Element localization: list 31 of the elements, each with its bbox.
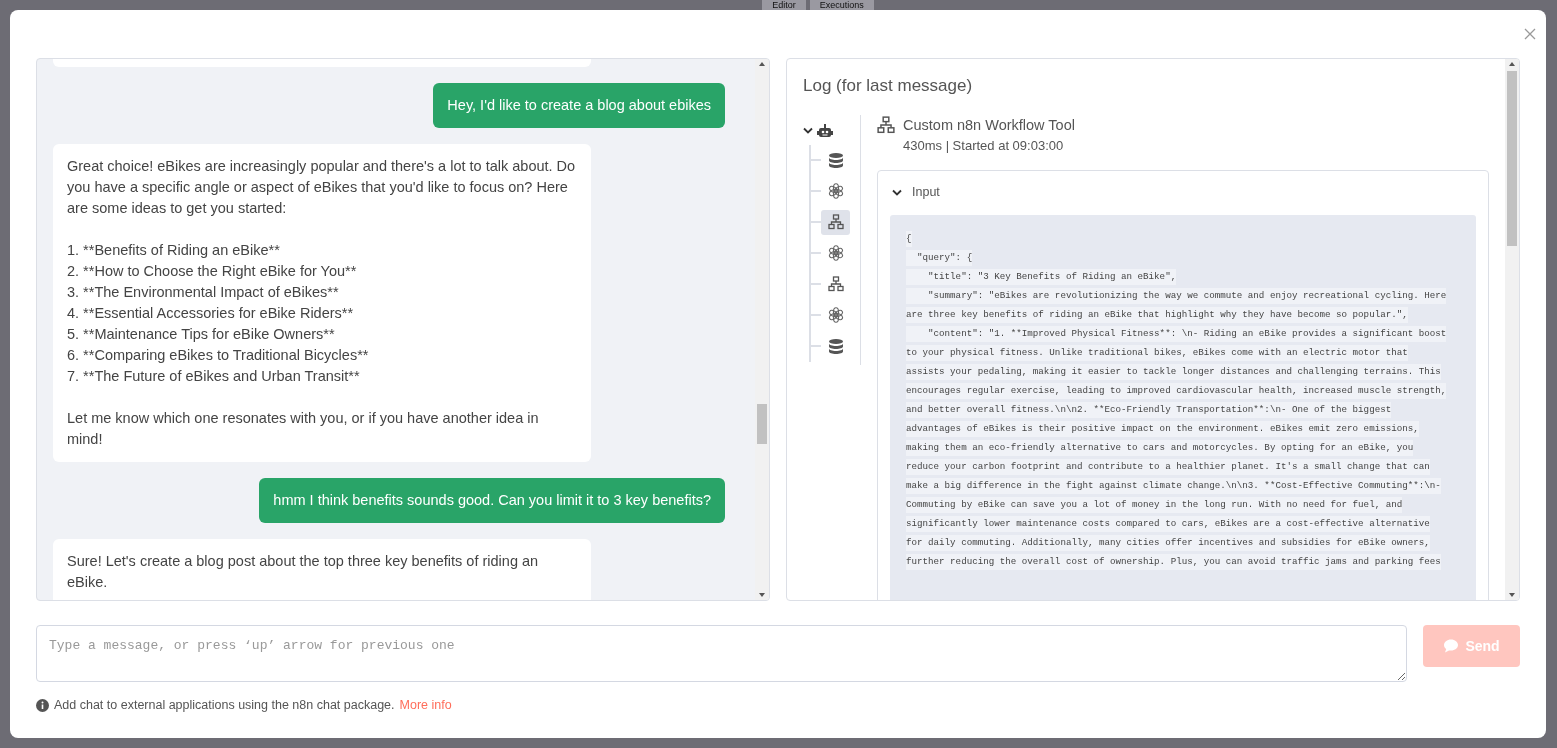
node-title: Custom n8n Workflow Tool (903, 115, 1075, 135)
chat-message: Hey, I'd like to create a blog about ebikes (433, 83, 725, 128)
network-icon (877, 116, 895, 135)
speech-bubble-icon (1443, 638, 1460, 654)
section-label: Input (912, 184, 940, 202)
network-icon (827, 214, 844, 230)
chat-message: Great choice! eBikes are increasingly popular and there's a lot to talk about. Do you have a specific angle or aspect of eBikes that you'd like to focus on? Here are some ideas to get you started: 1. **Benefits of Riding an eBike** 2. **How to Choose the Right eBike for You** 3. **The Environmental Impact of eBikes** 4. **Essential Accessories for eBike Riders** 5. **Maintenance Tips for eBike Owners** 6. **Comparing eBikes to Traditional Bicycles** 7. **The Future of eBikes and Urban Transit** Let me know which one resonates with you, or if you have another idea in mind! (53, 144, 591, 462)
scrollbar[interactable] (1505, 59, 1519, 600)
tab[interactable]: Executions (809, 0, 874, 10)
close-icon[interactable] (1522, 26, 1538, 42)
scrollbar-thumb[interactable] (757, 404, 767, 444)
knot-icon (827, 183, 844, 199)
knot-icon (827, 245, 844, 261)
scrollbar[interactable] (755, 59, 769, 600)
panel-title: Log (for last message) (803, 75, 974, 97)
run-info: 430ms | Started at 09:03:00 (903, 137, 1065, 156)
info-icon (36, 698, 49, 712)
message-field[interactable]: Type a message, or press ‘up’ arrow for previous one (36, 625, 1407, 682)
knot-icon (827, 307, 844, 323)
chat-message: Sure! Let's create a blog post about the top three key benefits of riding an eBike. (53, 539, 591, 600)
chat-message: hmm I think benefits sounds good. Can you limit it to 3 key benefits? (259, 478, 725, 523)
robot-icon (817, 122, 833, 139)
database-icon (827, 338, 844, 354)
database-icon (827, 152, 844, 168)
scrollbar-thumb[interactable] (1507, 71, 1517, 246)
caret-icon[interactable] (803, 126, 813, 135)
tree-node[interactable] (821, 209, 850, 235)
network-icon (827, 276, 844, 292)
caret-icon[interactable] (892, 188, 902, 198)
hint-text: Add chat to external applications using the n8n chat package. (54, 697, 395, 714)
tab[interactable]: Editor (762, 0, 806, 10)
